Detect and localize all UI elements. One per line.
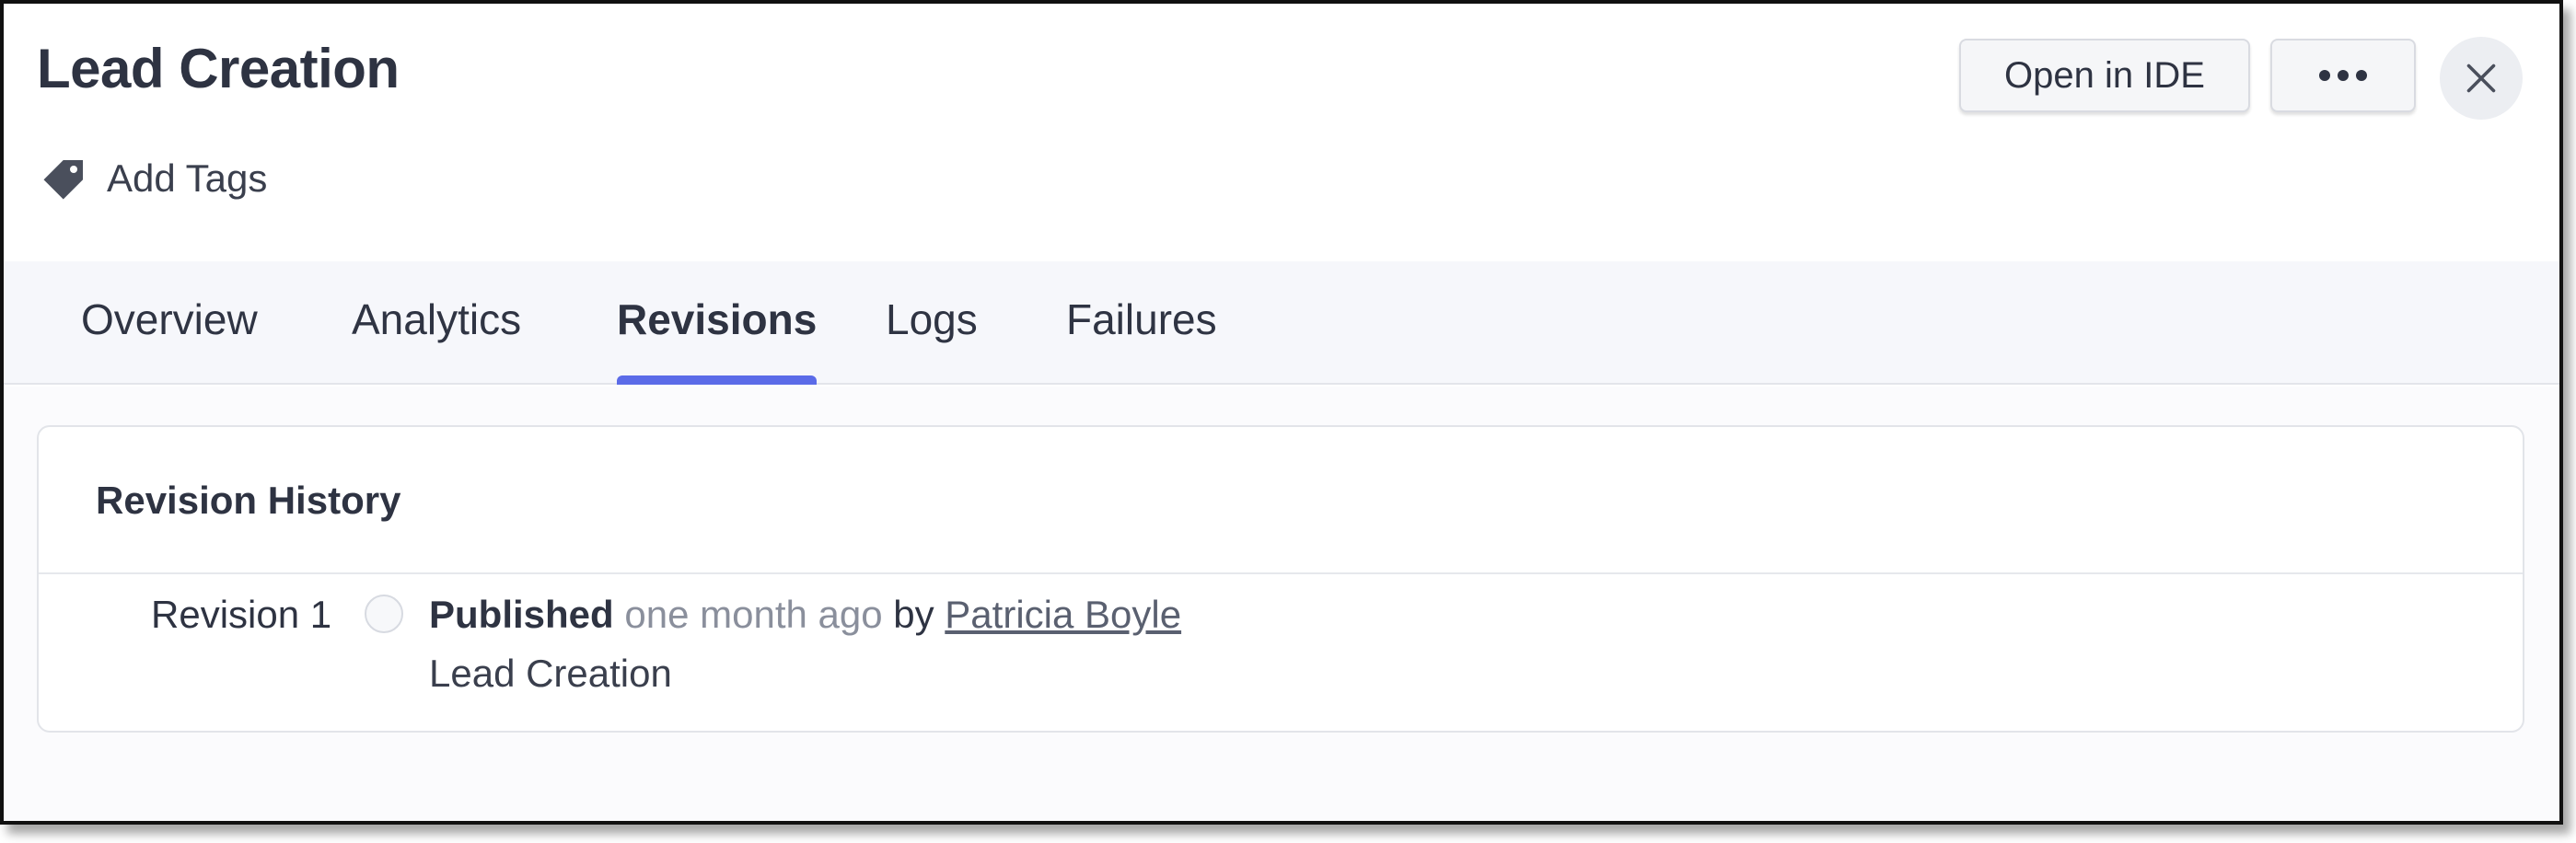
tab-bar: Overview Analytics Revisions Logs Failur… [4, 261, 2559, 385]
close-icon [2466, 64, 2496, 93]
divider [39, 572, 2523, 574]
tag-icon [43, 160, 83, 200]
revision-time: one month ago [624, 593, 883, 636]
revision-history-card: Revision History Revision 1 Published on… [37, 425, 2524, 733]
tab-logs[interactable]: Logs [886, 294, 978, 385]
revision-summary: Published one month ago by Patricia Boyl… [429, 593, 1181, 637]
revision-by: by [893, 593, 934, 636]
content-area: Revision History Revision 1 Published on… [4, 387, 2559, 821]
tab-failures[interactable]: Failures [1066, 294, 1217, 385]
revision-status: Published [429, 593, 614, 636]
revision-name: Lead Creation [429, 652, 672, 695]
page-title: Lead Creation [37, 38, 400, 99]
tab-revisions[interactable]: Revisions [617, 294, 818, 385]
more-horizontal-icon [2319, 70, 2367, 81]
close-button[interactable] [2440, 37, 2523, 120]
add-tags-label: Add Tags [107, 156, 268, 200]
add-tags-button[interactable]: Add Tags [37, 151, 267, 206]
revision-history-title: Revision History [96, 479, 401, 522]
revision-author-link[interactable]: Patricia Boyle [945, 593, 1181, 636]
more-options-button[interactable] [2270, 39, 2416, 112]
tab-analytics[interactable]: Analytics [352, 294, 521, 385]
timeline-dot [365, 595, 403, 633]
open-in-ide-button[interactable]: Open in IDE [1959, 39, 2250, 112]
tab-overview[interactable]: Overview [81, 294, 258, 385]
drawer-panel: Lead Creation Add Tags Open in IDE Overv… [0, 0, 2563, 825]
revision-label: Revision 1 [151, 593, 332, 636]
